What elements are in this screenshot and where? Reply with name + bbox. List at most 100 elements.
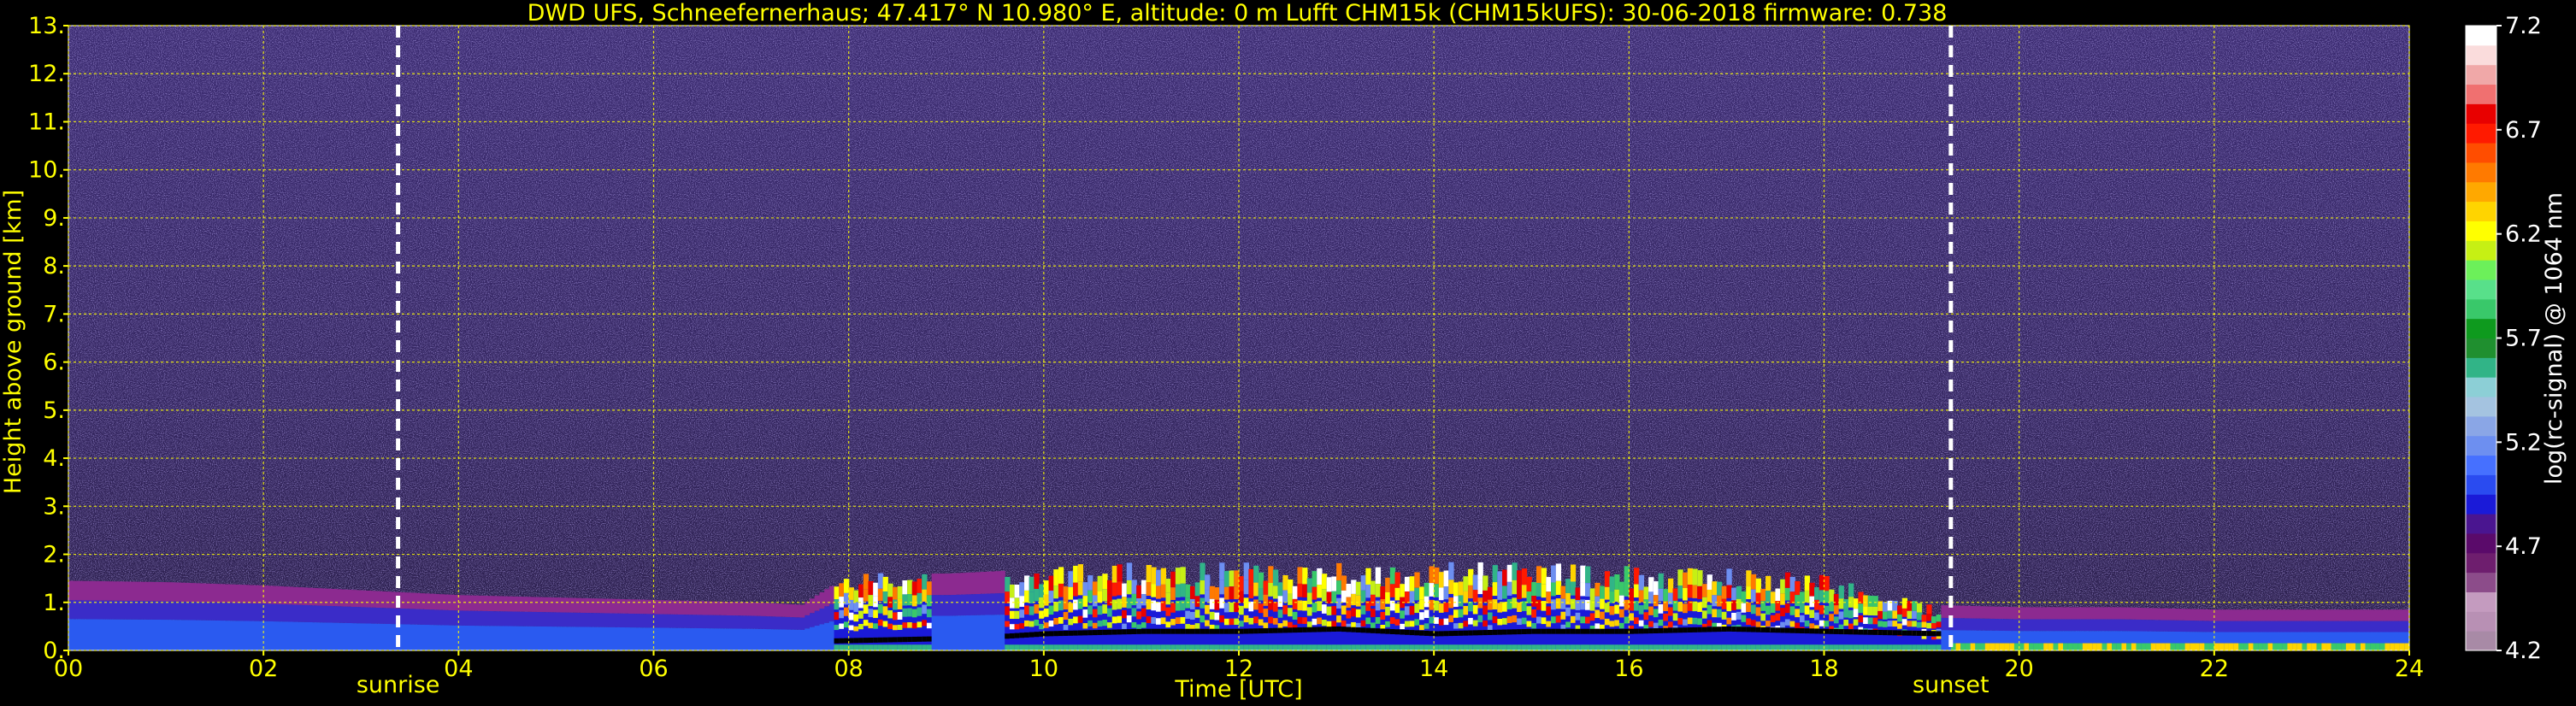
heat-cell [2096, 607, 2103, 620]
heat-cell [1156, 585, 1162, 599]
heat-cell [1629, 613, 1635, 621]
cloud-base-cell [1394, 629, 1400, 635]
heat-cell [1371, 644, 1376, 650]
heat-cell [1960, 643, 1966, 650]
heat-cell [1877, 621, 1883, 627]
heat-cell [1809, 609, 1815, 618]
heat-cell [775, 603, 781, 617]
heat-cell [741, 602, 747, 616]
heat-cell [1106, 622, 1113, 628]
heat-cell [1088, 620, 1093, 627]
heat-cell [2141, 620, 2147, 632]
heat-cell [1512, 580, 1518, 595]
heat-cell [1741, 644, 1747, 650]
cloud-base-cell [853, 638, 859, 644]
heat-cell [1151, 567, 1157, 585]
heat-cell [2004, 606, 2010, 620]
heat-cell [2228, 621, 2235, 632]
heat-cell [1809, 623, 1815, 629]
heat-cell [1005, 576, 1011, 592]
heat-cell [239, 603, 245, 621]
heat-cell [644, 599, 650, 615]
heat-cell [1648, 644, 1654, 650]
heat-cell [1809, 582, 1815, 597]
heat-cell [1468, 644, 1474, 650]
heat-cell [1643, 586, 1649, 600]
heat-cell [1648, 606, 1654, 615]
cloud-base-cell [1424, 630, 1430, 636]
heat-cell [195, 583, 201, 603]
heat-cell [1618, 595, 1625, 607]
heat-cell [117, 619, 123, 650]
cloud-base-cell [1214, 628, 1220, 634]
cloud-base-cell [1736, 627, 1742, 632]
heat-cell [628, 613, 635, 628]
heat-cell [370, 607, 376, 624]
heat-cell [492, 596, 498, 612]
heat-cell [1897, 644, 1903, 650]
heat-cell [2262, 609, 2269, 621]
heat-cell [1833, 644, 1840, 650]
heat-cell [448, 625, 455, 650]
heat-cell [1643, 612, 1649, 621]
heat-cell [1609, 621, 1615, 627]
heat-cell [502, 626, 508, 650]
heat-cell [599, 613, 606, 627]
heat-cell [370, 623, 376, 650]
heat-cell [1458, 622, 1464, 629]
heat-cell [2360, 643, 2367, 650]
colorbar-swatch [2466, 181, 2496, 203]
heat-cell [2253, 643, 2259, 650]
heat-cell [1180, 583, 1186, 597]
heat-cell [268, 621, 274, 650]
heat-cell [1131, 608, 1137, 617]
heat-cell [902, 608, 908, 617]
heat-cell [736, 615, 742, 629]
heat-cell [2184, 609, 2190, 621]
heat-cell [1667, 644, 1674, 650]
heat-cell [1156, 602, 1162, 612]
heat-cell [1995, 606, 2001, 620]
heat-cell [473, 626, 479, 650]
heat-cell [1638, 644, 1645, 650]
heat-cell [1683, 572, 1689, 588]
heat-cell [2331, 643, 2337, 650]
heat-cell [141, 581, 147, 602]
heat-cell [1887, 621, 1893, 627]
heat-cell [2384, 609, 2390, 621]
heat-cell [497, 626, 504, 650]
heat-cell [1721, 644, 1728, 650]
cloud-base-cell [1326, 627, 1332, 632]
heat-cell [253, 603, 260, 621]
heat-cell [1736, 598, 1742, 609]
heat-cell [1082, 596, 1088, 607]
heat-cell [478, 595, 484, 611]
heat-cell [765, 603, 771, 617]
heat-cell [1068, 586, 1074, 600]
heat-cell [1497, 618, 1503, 626]
heat-cell [1385, 577, 1391, 592]
heat-cell [673, 627, 679, 650]
heat-cell [590, 627, 596, 650]
heat-cell [1853, 644, 1860, 650]
heat-cell [1194, 596, 1200, 608]
heat-cell [1877, 644, 1883, 650]
heat-cell [1604, 603, 1611, 613]
heat-cell [1077, 564, 1084, 582]
heat-cell [2170, 608, 2176, 621]
heat-cell [2224, 609, 2230, 621]
heat-cell [1170, 587, 1176, 600]
heat-cell [166, 620, 172, 650]
heat-cell [882, 644, 888, 650]
heat-cell [1502, 618, 1508, 625]
heat-cell [2009, 619, 2015, 632]
heat-cell [1371, 594, 1376, 606]
heat-cell [1297, 616, 1303, 624]
colorbar-swatch [2466, 435, 2496, 456]
heat-cell [1223, 571, 1230, 587]
heat-cell [1472, 644, 1479, 650]
heat-cell [1784, 619, 1791, 626]
heat-cell [1487, 599, 1494, 610]
heat-cell [1965, 605, 1972, 619]
heat-cell [1331, 621, 1337, 627]
